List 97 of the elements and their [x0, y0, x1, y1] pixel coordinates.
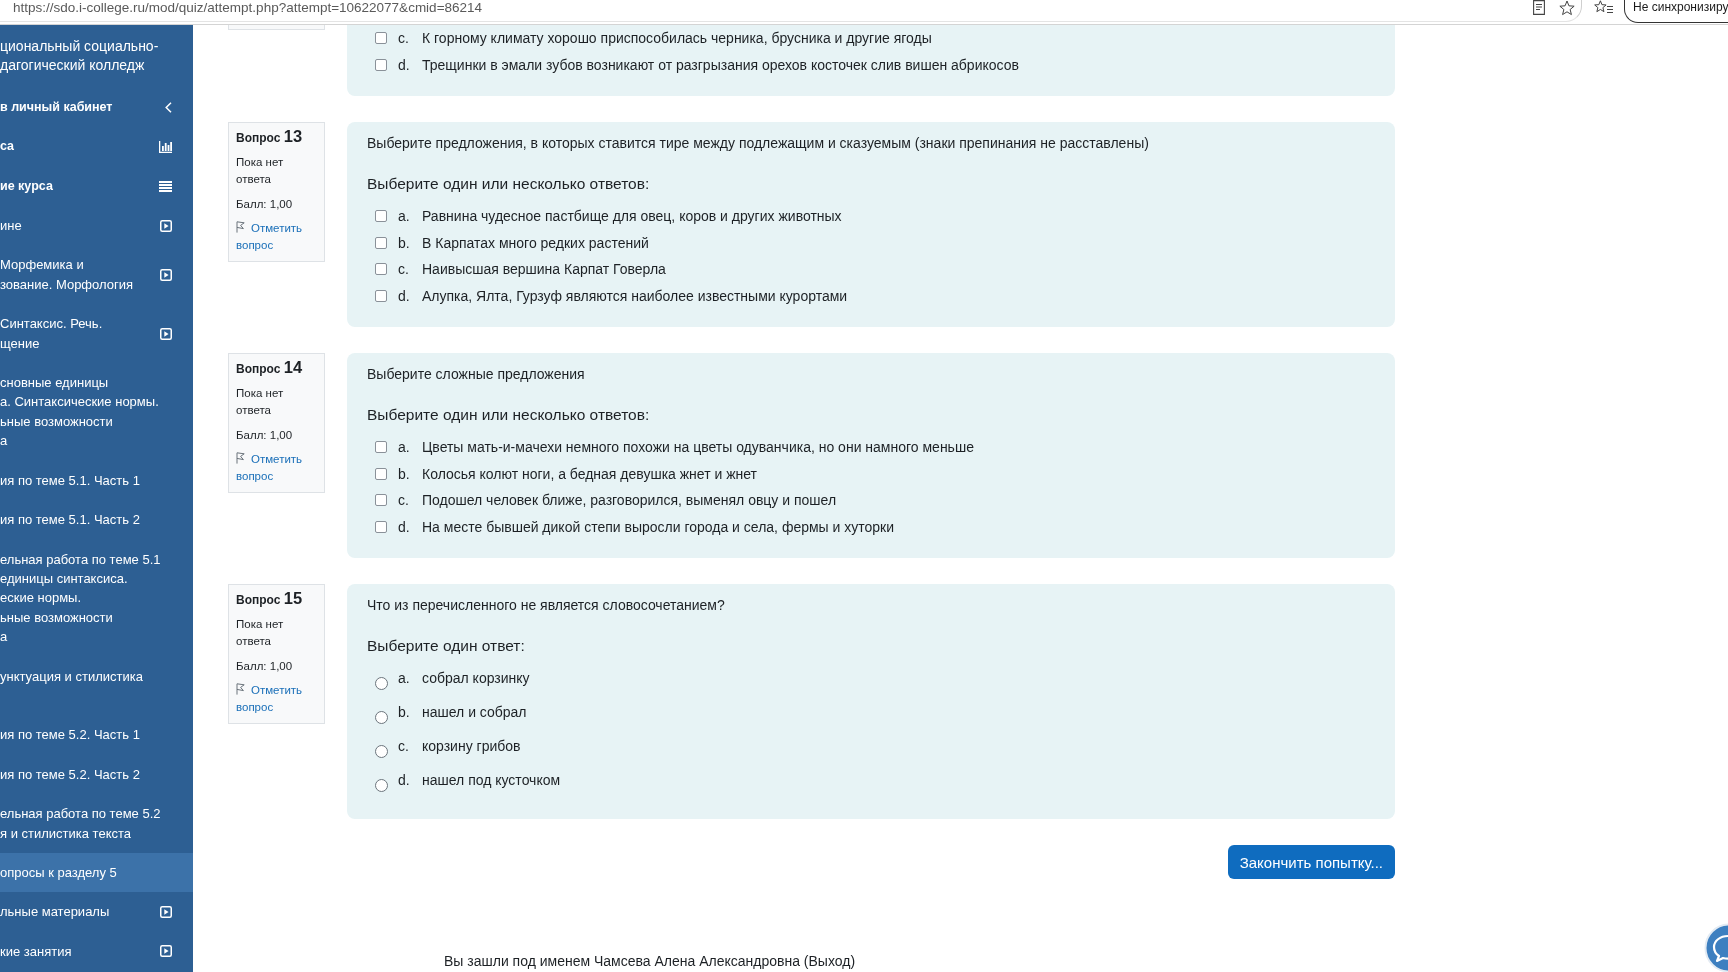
- sidebar-item[interactable]: унктуация и стилистика: [0, 656, 193, 716]
- option-label[interactable]: Наивысшая вершина Карпат Говерла: [422, 256, 666, 283]
- option-letter: b.: [398, 233, 411, 253]
- question-number: Вопрос 15: [236, 590, 304, 609]
- checkbox[interactable]: [375, 58, 387, 71]
- radio-button[interactable]: [374, 676, 388, 690]
- option-letter: d.: [398, 286, 411, 306]
- option-label[interactable]: Равнина чудесное пастбище для овец, коров и других животных: [422, 203, 842, 230]
- flag-question-link[interactable]: Отметить вопрос: [236, 681, 317, 716]
- sidebar-item[interactable]: ия по теме 5.2. Часть 1: [0, 715, 193, 755]
- checkbox[interactable]: [375, 494, 387, 507]
- option-letter: d.: [398, 771, 411, 790]
- question-number: Вопрос 13: [236, 128, 304, 147]
- option-label[interactable]: Подошел человек ближе, разговорился, выменял овцу и пошел: [422, 487, 837, 514]
- list-icon: [159, 180, 172, 192]
- answer-prompt: Выберите один или несколько ответов:: [367, 405, 651, 425]
- flag-question-link[interactable]: Отметить вопрос: [236, 450, 317, 485]
- answer-status: Пока нет ответа: [236, 385, 285, 418]
- play-square-icon: [160, 327, 172, 340]
- option-letter: a.: [398, 669, 411, 688]
- finish-attempt-button[interactable]: Закончить попытку...: [1227, 845, 1395, 879]
- chat-bubble-icon[interactable]: [1704, 923, 1728, 972]
- option-letter: c.: [398, 260, 410, 279]
- option-label[interactable]: Цветы мать-и-мачехи немного похожи на цветы одуванчика, но они намного меньше: [422, 434, 974, 461]
- checkbox[interactable]: [375, 520, 387, 533]
- checkbox[interactable]: [375, 467, 387, 480]
- answer-status: Пока нет ответа: [236, 154, 285, 187]
- radio-button[interactable]: [374, 710, 388, 724]
- login-info-text: Вы зашли под именем Чамсева Алена Александровна (Выход): [444, 953, 856, 969]
- sync-button[interactable]: Не синхронизиру: [1624, 0, 1728, 23]
- option-letter: c.: [398, 491, 410, 510]
- question-text: Что из перечисленного не является словосочетанием?: [367, 596, 726, 615]
- radio-button[interactable]: [374, 744, 388, 758]
- sidebar-item[interactable]: ия по теме 5.1. Часть 1: [0, 460, 193, 501]
- play-square-icon: [160, 945, 172, 958]
- option-label[interactable]: Трещинки в эмали зубов возникают от разгрызания орехов косточек слив вишен абрикосов: [422, 51, 1019, 78]
- play-square-icon: [160, 219, 172, 232]
- checkbox[interactable]: [375, 289, 387, 302]
- option-label[interactable]: Колосья колют ноги, а бедная девушка жнет и жнет: [422, 460, 757, 487]
- option-letter: a.: [398, 438, 411, 457]
- checkbox[interactable]: [375, 441, 387, 454]
- sidebar-item[interactable]: Морфемика и зование. Морфология: [0, 245, 193, 305]
- sidebar-item[interactable]: ия по теме 5.2. Часть 2: [0, 754, 193, 795]
- flag-question-link[interactable]: Отметить вопрос: [236, 219, 317, 254]
- checkbox[interactable]: [375, 32, 387, 45]
- sidebar-item[interactable]: ельная работа по теме 5.2 я и стилистика текста: [0, 794, 193, 853]
- question-text: Выберите сложные предложения: [367, 365, 586, 384]
- play-square-icon: [160, 268, 172, 281]
- option-letter: c.: [398, 29, 410, 48]
- reader-view-icon[interactable]: [1533, 0, 1545, 15]
- answer-prompt: Выберите один ответ:: [367, 636, 526, 656]
- address-field[interactable]: https://sdo.i-college.ru/mod/quiz/attempt.php?attempt=10622077&cmid=86214: [0, 0, 1582, 22]
- flag-icon: [236, 451, 245, 464]
- checkbox[interactable]: [375, 210, 387, 223]
- option-letter: d.: [398, 517, 411, 537]
- checkbox[interactable]: [375, 263, 387, 276]
- chevron-left-icon[interactable]: [165, 102, 172, 113]
- sidebar-item[interactable]: льные материалы: [0, 892, 193, 932]
- sidebar-item[interactable]: са: [0, 127, 193, 167]
- flag-icon: [236, 220, 245, 233]
- sidebar-item[interactable]: ие курса: [0, 166, 193, 207]
- sidebar-item[interactable]: ия по теме 5.1. Часть 2: [0, 500, 193, 540]
- sidebar-item[interactable]: сновные единицы а. Синтаксические нормы. ьные возможности а: [0, 363, 193, 461]
- sidebar-item[interactable]: ине: [0, 206, 193, 246]
- play-square-icon: [160, 906, 172, 919]
- star-icon[interactable]: [1559, 0, 1575, 16]
- sidebar-item[interactable]: в личный кабинет: [0, 87, 193, 128]
- option-label[interactable]: нашел под кусточком: [422, 767, 561, 794]
- option-letter: a.: [398, 207, 411, 226]
- option-letter: b.: [398, 703, 411, 722]
- bar-chart-icon: [159, 140, 172, 153]
- question-grade: Балл: 1,00: [236, 427, 294, 443]
- option-letter: d.: [398, 55, 411, 75]
- question-grade: Балл: 1,00: [236, 196, 294, 212]
- option-label[interactable]: собрал корзинку: [422, 665, 530, 692]
- option-label[interactable]: корзину грибов: [422, 733, 521, 760]
- question-number: Вопрос 14: [236, 359, 304, 378]
- option-letter: b.: [398, 464, 411, 484]
- sidebar-item[interactable]: опросы к разделу 5: [0, 852, 193, 893]
- answer-prompt: Выберите один или несколько ответов:: [367, 174, 651, 194]
- radio-button[interactable]: [374, 778, 388, 792]
- answer-status: Пока нет ответа: [236, 616, 285, 649]
- option-label[interactable]: В Карпатах много редких растений: [422, 229, 649, 256]
- question-text: Выберите предложения, в которых ставится тире между подлежащим и сказуемым (знаки препинания не расставлены): [367, 134, 1150, 153]
- question-grade: Балл: 1,00: [236, 658, 294, 674]
- sidebar-item[interactable]: Синтаксис. Речь. щение: [0, 304, 193, 364]
- option-label[interactable]: К горному климату хорошо приспособилась черника, брусника и другие ягоды: [422, 25, 932, 52]
- option-label[interactable]: нашел и собрал: [422, 699, 527, 726]
- flag-icon: [236, 682, 245, 695]
- option-label[interactable]: Алупка, Ялта, Гурзуф являются наиболее известными курортами: [422, 282, 848, 309]
- checkbox[interactable]: [375, 236, 387, 249]
- sidebar-item[interactable]: ельная работа по теме 5.1 единицы синтаксиса. еские нормы. ьные возможности а: [0, 539, 193, 657]
- option-letter: c.: [398, 737, 410, 756]
- star-list-icon[interactable]: [1594, 0, 1614, 14]
- option-label[interactable]: На месте бывшей дикой степи выросли города и села, фермы и хуторки: [422, 513, 895, 540]
- college-name: циональный социально- дагогический колледж: [0, 37, 160, 76]
- sidebar-item[interactable]: кие занятия: [0, 931, 193, 972]
